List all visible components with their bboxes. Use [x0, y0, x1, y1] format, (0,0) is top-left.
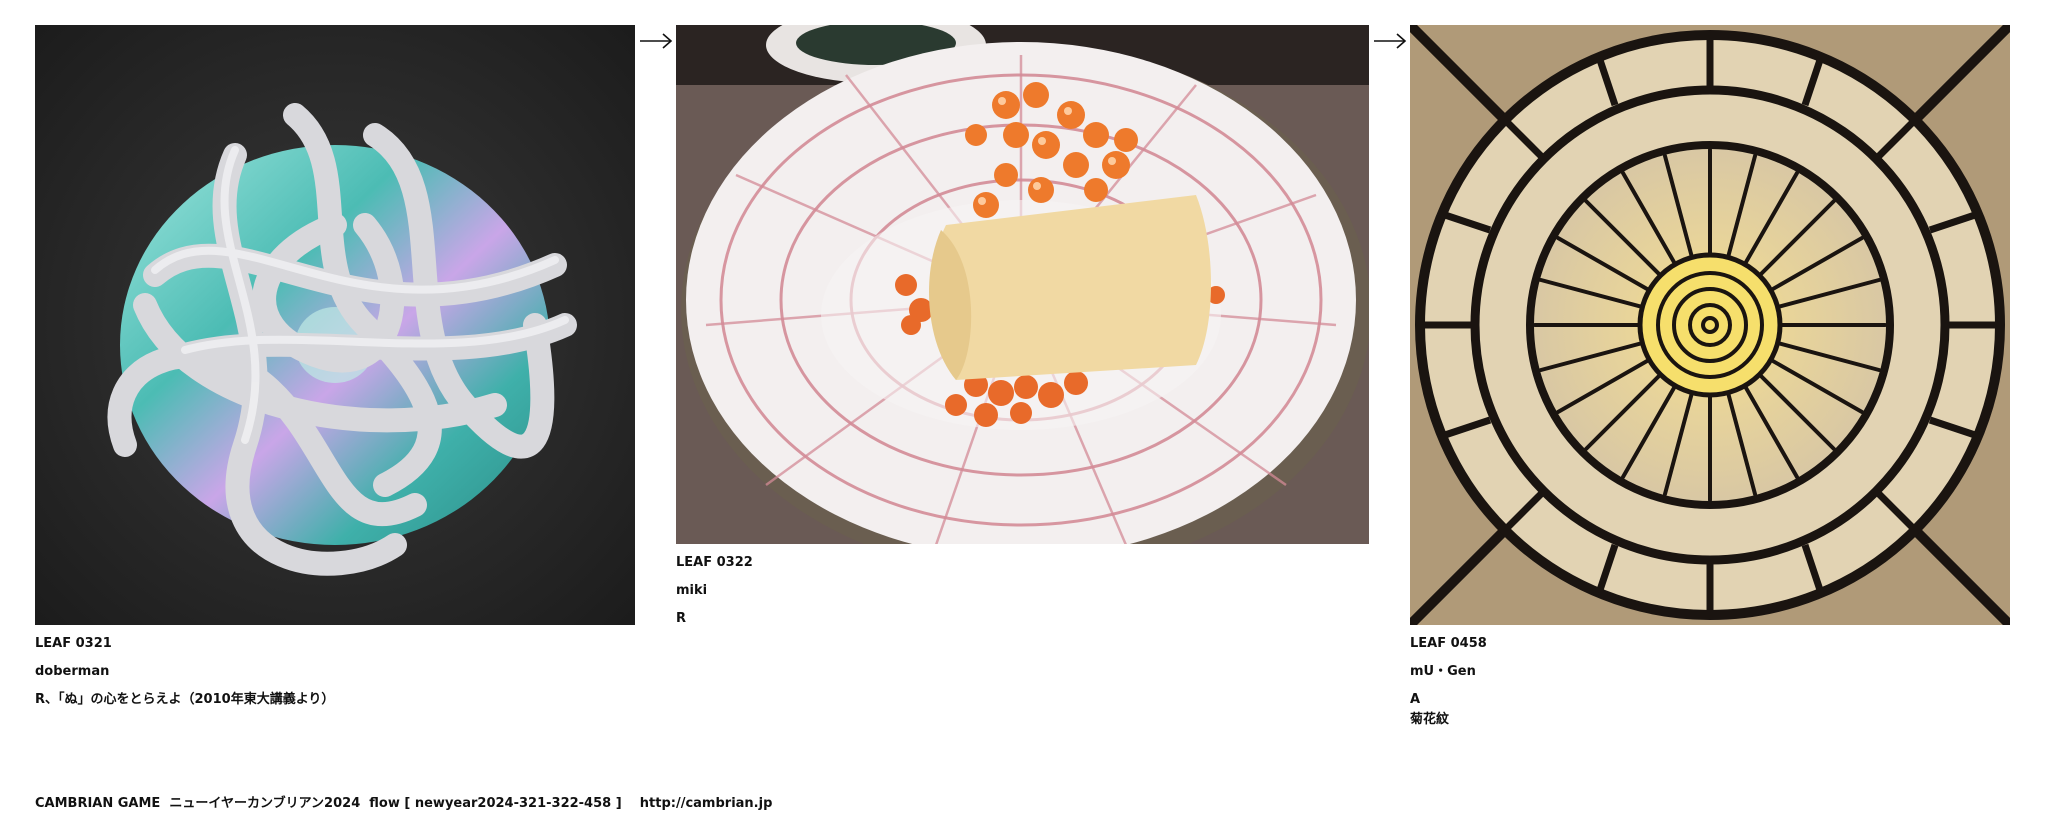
leaf-comment: R — [676, 611, 687, 626]
leaf-author[interactable]: doberman — [35, 662, 109, 682]
right-arrow-icon — [1373, 33, 1407, 49]
labyrinth-sun-image — [1410, 25, 2010, 625]
leaf-id[interactable]: LEAF 0458 — [1410, 634, 1487, 654]
leaf-image-0321[interactable] — [35, 25, 635, 625]
flow-footer[interactable]: CAMBRIAN GAME ニューイヤーカンブリアン2024 flow [ ne… — [35, 792, 772, 811]
leaf-comment-line2: 菊花紋 — [1410, 712, 1450, 727]
leaf-comment: R、「ぬ」の心をとらえよ（2010年東大講義より） — [35, 692, 335, 707]
leaf-id[interactable]: LEAF 0322 — [676, 553, 753, 573]
leaf-comment: A — [1410, 692, 1421, 707]
leaf-author[interactable]: mU・Gen — [1410, 662, 1476, 682]
tube-sculpture-image — [35, 25, 635, 625]
tamagoyaki-plate-image — [676, 25, 1369, 544]
right-arrow-icon — [639, 33, 673, 49]
leaf-image-0458[interactable] — [1410, 25, 2010, 625]
leaf-author[interactable]: miki — [676, 581, 707, 601]
leaf-image-0322[interactable] — [676, 25, 1369, 544]
page: LEAF 0321 doberman R、「ぬ」の心をとらえよ（2010年東大講… — [0, 0, 2045, 827]
leaf-id[interactable]: LEAF 0321 — [35, 634, 112, 654]
